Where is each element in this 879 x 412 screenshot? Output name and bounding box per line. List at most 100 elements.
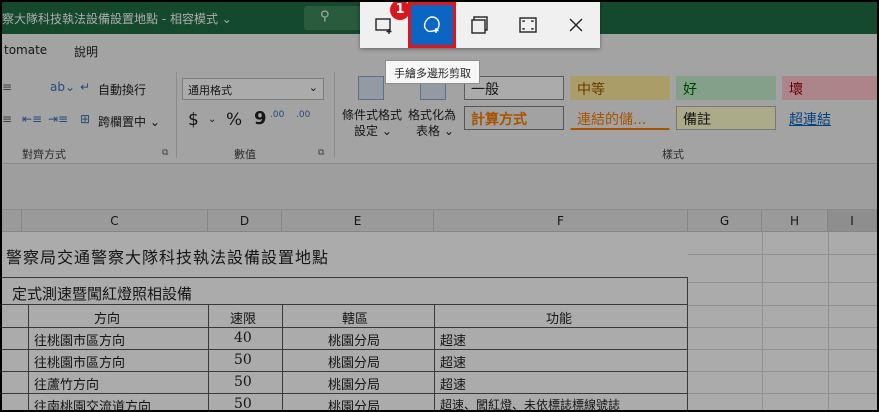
row3-direction: 往蘆竹方向 xyxy=(34,378,100,393)
column-header-h[interactable]: H xyxy=(762,210,828,232)
border-line xyxy=(687,277,688,410)
wrap-text-button[interactable]: 自動換行 xyxy=(98,81,146,98)
close-snip-button[interactable] xyxy=(552,2,600,48)
row4-speed: 50 xyxy=(234,396,252,410)
row1-speed: 40 xyxy=(234,330,252,346)
group-label-alignment: 對齊方式 xyxy=(22,148,66,161)
row2-district: 桃園分局 xyxy=(328,356,381,371)
row4-function: 超速、闖紅燈、未依標誌標線號誌 xyxy=(440,398,621,410)
increase-decimal-button[interactable]: .00 xyxy=(270,110,284,120)
merge-center-button[interactable]: 跨欄置中 ⌄ xyxy=(98,113,160,130)
decrease-indent-icon[interactable]: ⇤≡ xyxy=(22,112,42,126)
conditional-format-label-2: 設定 ⌄ xyxy=(354,124,392,138)
increase-indent-icon[interactable]: ⇥≡ xyxy=(48,112,68,126)
rectangle-snip-icon xyxy=(375,18,392,34)
conditional-format-icon xyxy=(358,76,384,100)
style-bad[interactable]: 壞 xyxy=(782,76,877,100)
gridline xyxy=(688,254,877,255)
border-line xyxy=(2,371,688,372)
row2-speed: 50 xyxy=(234,352,252,368)
header-district: 轄區 xyxy=(342,312,369,327)
style-note[interactable]: 備註 xyxy=(676,106,776,130)
dialog-launcher-icon[interactable]: ⧉ xyxy=(162,148,168,158)
border-line xyxy=(434,304,435,410)
window-snip-button[interactable] xyxy=(456,2,504,48)
style-neutral[interactable]: 中等 xyxy=(570,76,670,100)
fullscreen-snip-button[interactable] xyxy=(504,2,552,48)
header-direction: 方向 xyxy=(94,312,121,327)
style-good[interactable]: 好 xyxy=(676,76,776,100)
row2-function: 超速 xyxy=(440,356,467,371)
group-label-number: 數值 xyxy=(234,148,256,161)
gridline xyxy=(688,305,877,306)
border-line xyxy=(208,304,209,410)
dialog-launcher-icon[interactable]: ⧉ xyxy=(318,148,324,158)
app-window: 察大隊科技執法設備設置地點 - 相容模式 ⌄ ⚲ tomate 說明 ≡ ab⌄… xyxy=(2,2,877,410)
gridline xyxy=(688,393,877,394)
header-speed-limit: 速限 xyxy=(230,312,257,327)
freeform-snip-button[interactable] xyxy=(408,2,456,48)
format-table-label-1: 格式化為 xyxy=(408,108,457,122)
row4-direction: 往南桃園交流道方向 xyxy=(34,400,152,410)
freeform-snip-icon xyxy=(423,16,440,33)
row3-function: 超速 xyxy=(440,378,467,393)
column-header-g[interactable]: G xyxy=(688,210,762,232)
chevron-down-icon: ⌄ xyxy=(308,81,318,94)
row3-district: 桃園分局 xyxy=(328,378,381,393)
row3-speed: 50 xyxy=(234,374,252,390)
number-format-select[interactable]: 通用格式 ⌄ xyxy=(182,78,324,100)
conditional-format-label-1: 條件式格式 xyxy=(342,108,403,122)
column-header-c[interactable]: C xyxy=(22,210,208,232)
merge-icon: ⊞ xyxy=(80,112,91,126)
format-as-table-button[interactable]: 格式化為 表格 ⌄ xyxy=(406,74,462,144)
column-header-i[interactable]: I xyxy=(828,210,877,232)
gridline xyxy=(688,349,877,350)
border-line xyxy=(2,393,688,394)
window-title: 察大隊科技執法設備設置地點 - 相容模式 ⌄ xyxy=(2,12,232,26)
border-line xyxy=(2,277,688,278)
column-header-b[interactable] xyxy=(2,210,22,232)
align-left-icon[interactable]: ≡ xyxy=(2,112,12,126)
conditional-format-button[interactable]: 條件式格式 設定 ⌄ xyxy=(342,74,402,144)
border-line xyxy=(2,304,688,305)
row2-direction: 往桃園市區方向 xyxy=(34,356,126,371)
worksheet-grid[interactable]: C D E F G H I 警察局交通警察大隊科技執法設備設置地點 定式測速暨闖… xyxy=(2,210,877,410)
gridline xyxy=(828,232,829,410)
header-function: 功能 xyxy=(546,312,573,327)
gridline xyxy=(688,282,877,283)
column-header-f[interactable]: F xyxy=(434,210,688,232)
row4-district: 桃園分局 xyxy=(328,400,381,410)
border-line xyxy=(2,327,688,328)
menu-help[interactable]: 說明 xyxy=(74,43,98,60)
menu-automate[interactable]: tomate xyxy=(4,43,47,57)
comma-button[interactable]: 9 xyxy=(254,108,267,129)
decrease-decimal-button[interactable]: .00 xyxy=(296,110,310,120)
separator xyxy=(176,72,177,158)
separator xyxy=(334,72,335,158)
style-hyperlink[interactable]: 超連結 xyxy=(782,106,877,130)
border-line xyxy=(2,349,688,350)
currency-button[interactable]: $ xyxy=(188,110,199,130)
sheet-title: 警察局交通警察大隊科技執法設備設置地點 xyxy=(6,248,330,267)
search-icon: ⚲ xyxy=(320,9,330,24)
section-title: 定式測速暨闖紅燈照相設備 xyxy=(12,285,193,303)
snip-toolbar: 1 xyxy=(360,2,600,48)
column-header-d[interactable]: D xyxy=(208,210,282,232)
group-label-styles: 樣式 xyxy=(662,148,684,161)
border-line xyxy=(282,304,283,410)
close-icon xyxy=(569,18,583,32)
orientation-icon[interactable]: ab⌄ xyxy=(50,80,75,94)
style-calculation[interactable]: 計算方式 xyxy=(464,106,564,130)
window-snip-icon xyxy=(471,16,488,34)
row1-function: 超速 xyxy=(440,334,467,349)
tooltip: 手繪多邊形剪取 xyxy=(385,60,480,84)
number-format-value: 通用格式 xyxy=(188,84,232,97)
column-header-e[interactable]: E xyxy=(282,210,434,232)
wrap-text-icon: ↵ xyxy=(80,80,91,94)
row1-direction: 往桃園市區方向 xyxy=(34,334,126,349)
align-top-icon[interactable]: ≡ xyxy=(2,80,12,94)
percent-button[interactable]: % xyxy=(226,110,242,130)
style-linked-cell[interactable]: 連結的儲... xyxy=(570,106,670,130)
row1-district: 桃園分局 xyxy=(328,334,381,349)
format-table-label-2: 表格 ⌄ xyxy=(416,124,454,138)
